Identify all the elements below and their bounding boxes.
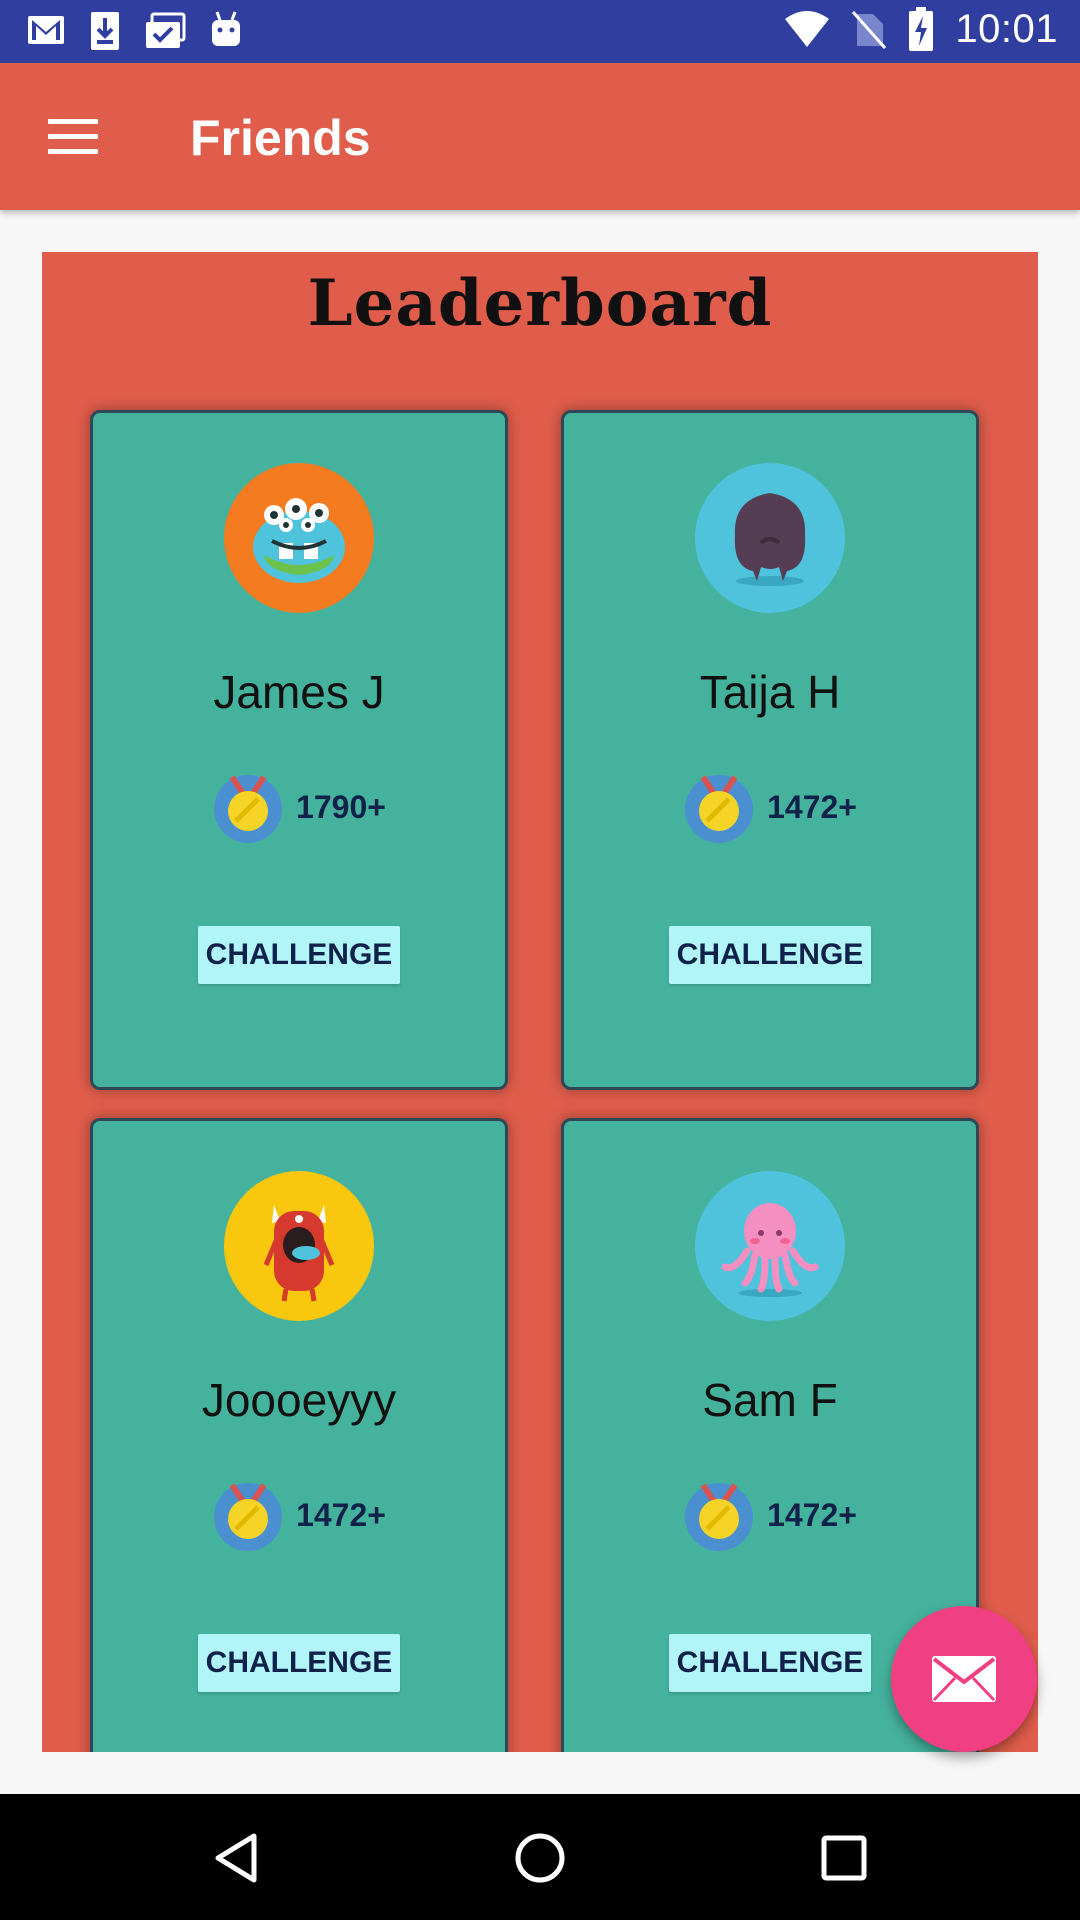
friend-name: Taija H [699, 666, 841, 718]
friend-name: Joooeyyy [201, 1374, 397, 1426]
friend-card: Taija H 1472+ CHALLENGE [561, 410, 979, 1090]
challenge-button[interactable]: CHALLENGE [198, 1634, 400, 1692]
friend-card: James J 1790+ CHALLENGE [90, 410, 508, 1090]
score-value: 1472+ [296, 1496, 386, 1533]
message-fab[interactable] [891, 1606, 1037, 1752]
score-value: 1790+ [296, 788, 386, 825]
furry-dark-monster-avatar [695, 463, 845, 613]
gmail-icon [28, 16, 64, 44]
download-icon [91, 12, 119, 50]
page-title: Friends [190, 110, 371, 166]
friend-card: Joooeyyy 1472+ CHALLENGE [90, 1118, 508, 1752]
challenge-button[interactable]: CHALLENGE [198, 926, 400, 984]
leaderboard-panel: Leaderboard James J 1790+ CHALLENGE Taij… [42, 252, 1038, 1752]
system-nav-bar [0, 1794, 1080, 1920]
android-icon [212, 11, 240, 46]
status-bar: 10:01 [0, 0, 1080, 63]
score-row: 1472+ [564, 1479, 976, 1551]
score-value: 1472+ [767, 1496, 857, 1533]
score-row: 1472+ [564, 771, 976, 843]
back-icon[interactable] [212, 1832, 260, 1884]
red-horned-monster-avatar [224, 1171, 374, 1321]
score-row: 1472+ [93, 1479, 505, 1551]
battery-charging-icon [909, 7, 934, 51]
challenge-button[interactable]: CHALLENGE [669, 926, 871, 984]
no-sim-icon [852, 11, 887, 49]
orange-many-eyed-monster-avatar [224, 463, 374, 613]
medal-icon [685, 1483, 754, 1551]
recents-icon[interactable] [820, 1834, 868, 1882]
app-bar: Friends [0, 63, 1080, 210]
wifi-icon [785, 11, 830, 47]
medal-icon [214, 775, 283, 843]
home-icon[interactable] [514, 1832, 566, 1884]
medal-icon [685, 775, 754, 843]
hamburger-menu-icon[interactable] [48, 119, 98, 155]
system-icons: 10:01 [783, 6, 1058, 52]
score-row: 1790+ [93, 771, 505, 843]
friend-name: James J [213, 666, 385, 718]
friend-name: Sam F [702, 1374, 838, 1426]
envelope-icon [932, 1656, 996, 1702]
task-icon [146, 12, 186, 48]
clock: 10:01 [955, 6, 1058, 51]
leaderboard-title: Leaderboard [307, 266, 773, 341]
score-value: 1472+ [767, 788, 857, 825]
pink-octopus-avatar [695, 1171, 845, 1321]
notification-icons [26, 10, 244, 52]
challenge-button[interactable]: CHALLENGE [669, 1634, 871, 1692]
medal-icon [214, 1483, 283, 1551]
